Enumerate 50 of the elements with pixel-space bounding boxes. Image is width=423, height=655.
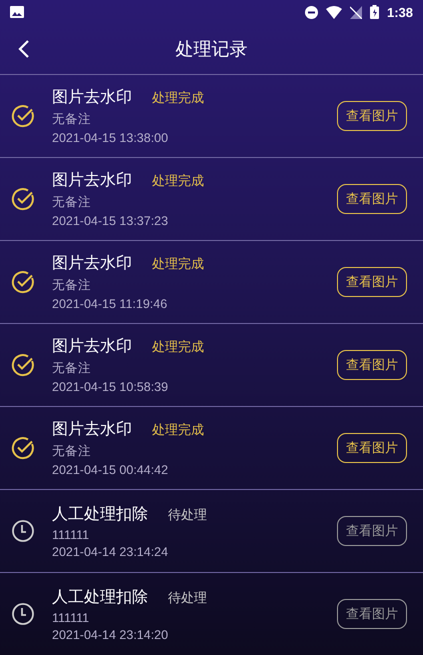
check-circle-icon <box>11 270 35 294</box>
record-note: 无备注 <box>52 111 92 128</box>
view-image-button[interactable]: 查看图片 <box>337 267 407 297</box>
no-signal-icon <box>350 6 362 18</box>
record-time: 2021-04-15 13:37:23 <box>52 214 170 228</box>
check-circle-icon <box>11 436 35 460</box>
record-time: 2021-04-14 23:14:24 <box>52 544 170 558</box>
check-circle-icon <box>11 353 35 377</box>
wifi-icon <box>326 6 342 18</box>
record-title: 图片去水印 <box>52 87 132 108</box>
check-circle-icon <box>11 187 35 211</box>
page-title: 处理记录 <box>176 38 248 61</box>
record-status: 处理完成 <box>152 90 204 107</box>
record-status: 处理完成 <box>152 256 204 273</box>
record-time: 2021-04-15 10:58:39 <box>52 380 170 394</box>
record-note: 无备注 <box>52 194 92 211</box>
record-status: 待处理 <box>168 506 207 524</box>
record-title: 图片去水印 <box>52 419 132 440</box>
view-image-button[interactable]: 查看图片 <box>337 350 407 380</box>
record-note: 111111 <box>52 610 90 624</box>
record-title: 人工处理扣除 <box>52 586 148 608</box>
record-time: 2021-04-15 11:19:46 <box>52 297 168 311</box>
record-note: 111111 <box>52 528 90 542</box>
battery-icon <box>370 5 379 19</box>
view-image-button[interactable]: 查看图片 <box>337 516 407 546</box>
record-note: 无备注 <box>52 360 92 377</box>
record-status: 处理完成 <box>152 422 204 439</box>
check-circle-icon <box>11 104 35 128</box>
record-time: 2021-04-15 13:38:00 <box>52 131 170 145</box>
back-icon <box>18 40 30 58</box>
view-image-button[interactable]: 查看图片 <box>337 599 407 629</box>
record-time: 2021-04-14 23:14:20 <box>52 628 170 642</box>
status-time: 1:38 <box>386 4 413 20</box>
record-note: 无备注 <box>52 277 92 294</box>
clock-icon <box>12 603 34 625</box>
view-image-button[interactable]: 查看图片 <box>337 184 407 214</box>
record-title: 人工处理扣除 <box>52 504 148 524</box>
record-title: 图片去水印 <box>52 253 132 274</box>
clock-icon <box>12 520 34 542</box>
record-status: 处理完成 <box>152 339 204 356</box>
view-image-button[interactable]: 查看图片 <box>337 433 407 463</box>
record-status: 处理完成 <box>152 173 204 190</box>
image-icon <box>10 6 24 18</box>
record-time: 2021-04-15 00:44:42 <box>52 463 170 477</box>
record-title: 图片去水印 <box>52 336 132 357</box>
record-note: 无备注 <box>52 443 92 460</box>
record-title: 图片去水印 <box>52 170 132 191</box>
view-image-button[interactable]: 查看图片 <box>337 101 407 131</box>
record-status: 待处理 <box>168 590 207 606</box>
do-not-disturb-icon <box>304 6 318 18</box>
